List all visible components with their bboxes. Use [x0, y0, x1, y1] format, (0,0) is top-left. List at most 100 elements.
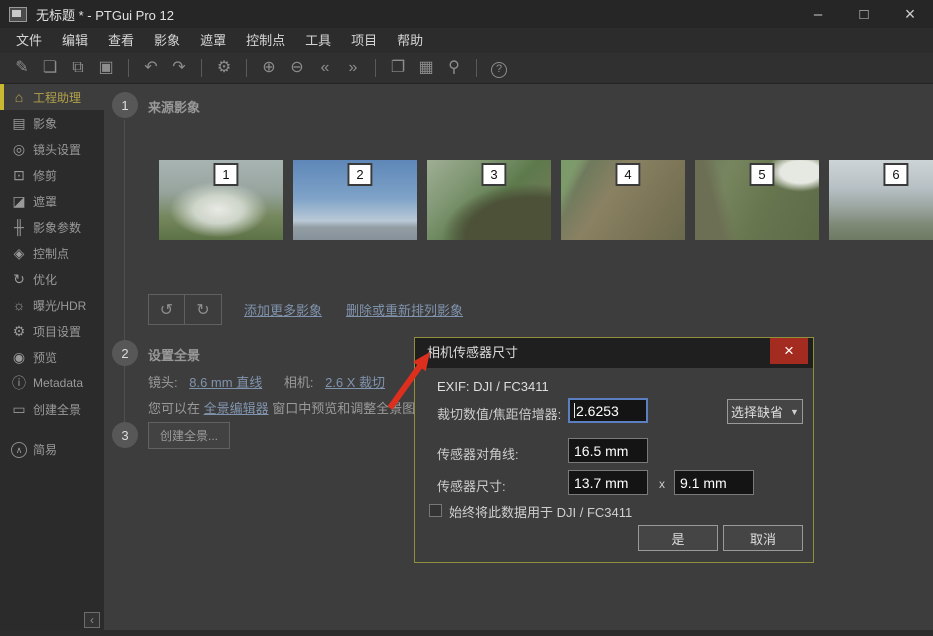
create-panorama-icon: ▭ — [9, 401, 29, 418]
sidebar-item-label: 创建全景 — [33, 401, 81, 418]
sidebar-item-images[interactable]: ▤影象 — [0, 110, 104, 136]
lens-settings-icon: ◎ — [9, 141, 29, 158]
sidebar-item-preview[interactable]: ◉预览 — [0, 344, 104, 370]
sensor-height-value: 9.1 mm — [680, 475, 727, 491]
undo-icon[interactable]: ↶ — [137, 53, 165, 83]
toolbar-separator — [128, 59, 129, 77]
sidebar-item-label: 遮罩 — [33, 193, 57, 210]
source-image-thumbnail-5[interactable]: 5 — [695, 160, 819, 240]
edit-icon[interactable]: ✎ — [8, 53, 36, 83]
image-number-badge: 6 — [883, 163, 908, 186]
sidebar-item-label: 影象 — [33, 115, 57, 132]
menu-item-7[interactable]: 工具 — [295, 28, 341, 53]
step-connector-line — [124, 120, 125, 440]
image-parameters-icon: ╫ — [9, 219, 29, 235]
sidebar-item-label: 修剪 — [33, 167, 57, 184]
help-icon[interactable]: ? — [485, 53, 513, 83]
remove-rearrange-images-link[interactable]: 删除或重新排列影象 — [346, 300, 463, 319]
source-image-thumbnail-1[interactable]: 1 — [159, 160, 283, 240]
menu-item-1[interactable]: 文件 — [6, 28, 52, 53]
sidebar-item-simple-mode[interactable]: ∧简易 — [0, 436, 104, 462]
mask-icon: ◪ — [9, 193, 29, 210]
yes-button[interactable]: 是 — [638, 525, 718, 551]
sensor-diagonal-label: 传感器对角线: — [437, 444, 519, 463]
previous-image-icon[interactable]: « — [311, 53, 339, 83]
select-default-label: 选择缺省 — [731, 402, 783, 421]
rotate-cw-button[interactable]: ↻ — [185, 294, 222, 325]
sidebar-item-image-parameters[interactable]: ╫影象参数 — [0, 214, 104, 240]
sidebar-collapse-button[interactable]: ‹ — [84, 612, 100, 628]
project-settings-icon: ⚙ — [9, 323, 29, 340]
dialog-title-bar[interactable]: 相机传感器尺寸 × — [415, 338, 813, 368]
menu-item-5[interactable]: 遮罩 — [190, 28, 236, 53]
app-icon — [9, 7, 27, 22]
sensor-width-input[interactable]: 13.7 mm — [568, 470, 648, 495]
sidebar-item-create-panorama[interactable]: ▭创建全景 — [0, 396, 104, 422]
crop-factor-label: 裁切数值/焦距倍增器: — [437, 404, 561, 423]
sidebar-item-project-settings[interactable]: ⚙项目设置 — [0, 318, 104, 344]
step-3-badge: 3 — [112, 422, 138, 448]
always-use-checkbox[interactable] — [429, 504, 442, 517]
source-image-thumbnail-6[interactable]: 6 — [829, 160, 933, 240]
grid-viewer-icon[interactable]: ▦ — [412, 53, 440, 83]
dimension-separator: x — [659, 477, 665, 491]
next-image-icon[interactable]: » — [339, 53, 367, 83]
source-image-thumbnail-3[interactable]: 3 — [427, 160, 551, 240]
camera-crop-link[interactable]: 2.6 X 裁切 — [325, 375, 385, 390]
sidebar: ⌂工程助理▤影象◎镜头设置⊡修剪◪遮罩╫影象参数◈控制点↻优化☼曝光/HDR⚙项… — [0, 84, 104, 636]
copy-icon[interactable]: ⧉ — [64, 53, 92, 83]
app-window: 无标题 * - PTGui Pro 12 – □ × 文件编辑查看影象遮罩控制点… — [0, 0, 933, 636]
sidebar-item-project-assistant[interactable]: ⌂工程助理 — [0, 84, 104, 110]
zoom-out-icon[interactable]: ⊖ — [283, 53, 311, 83]
cancel-button[interactable]: 取消 — [723, 525, 803, 551]
open-project-icon[interactable]: ❏ — [36, 53, 64, 83]
add-more-images-link[interactable]: 添加更多影象 — [244, 300, 322, 319]
close-button[interactable]: × — [887, 0, 933, 28]
menu-item-8[interactable]: 项目 — [341, 28, 387, 53]
window-title: 无标题 * - PTGui Pro 12 — [36, 5, 174, 24]
sidebar-item-lens-settings[interactable]: ◎镜头设置 — [0, 136, 104, 162]
menu-item-2[interactable]: 编辑 — [52, 28, 98, 53]
source-image-thumbnail-4[interactable]: 4 — [561, 160, 685, 240]
sidebar-item-metadata[interactable]: ⓘMetadata — [0, 370, 104, 396]
minimize-button[interactable]: – — [795, 0, 841, 28]
save-icon[interactable]: ▣ — [92, 53, 120, 83]
sensor-height-input[interactable]: 9.1 mm — [674, 470, 754, 495]
sidebar-item-label: 曝光/HDR — [33, 297, 86, 314]
text-caret — [574, 403, 575, 418]
menu-item-9[interactable]: 帮助 — [387, 28, 433, 53]
dialog-close-button[interactable]: × — [770, 338, 808, 364]
source-image-thumbnail-2[interactable]: 2 — [293, 160, 417, 240]
sidebar-item-label: 影象参数 — [33, 219, 81, 236]
sensor-diagonal-input[interactable]: 16.5 mm — [568, 438, 648, 463]
menu-item-3[interactable]: 查看 — [98, 28, 144, 53]
zoom-in-icon[interactable]: ⊕ — [255, 53, 283, 83]
menu-item-4[interactable]: 影象 — [144, 28, 190, 53]
maximize-button[interactable]: □ — [841, 0, 887, 28]
sidebar-item-crop[interactable]: ⊡修剪 — [0, 162, 104, 188]
image-actions-row: ↺ ↻ 添加更多影象 删除或重新排列影象 — [148, 294, 463, 325]
redo-icon[interactable]: ↷ — [165, 53, 193, 83]
panorama-editor-link[interactable]: 全景编辑器 — [204, 401, 269, 416]
exif-info-text: EXIF: DJI / FC3411 — [437, 379, 549, 394]
sensor-width-value: 13.7 mm — [574, 475, 628, 491]
sidebar-item-exposure-hdr[interactable]: ☼曝光/HDR — [0, 292, 104, 318]
close-icon: × — [784, 341, 794, 361]
lens-settings-link[interactable]: 8.6 mm 直线 — [189, 375, 262, 390]
create-panorama-button[interactable]: 创建全景... — [148, 422, 230, 449]
menu-item-6[interactable]: 控制点 — [236, 28, 295, 53]
camera-label: 相机: — [284, 375, 314, 390]
settings-icon[interactable]: ⚙ — [210, 53, 238, 83]
sidebar-item-control-points[interactable]: ◈控制点 — [0, 240, 104, 266]
hint-text-pre: 您可以在 — [148, 401, 200, 416]
menu-bar: 文件编辑查看影象遮罩控制点工具项目帮助 — [0, 28, 933, 53]
chevron-left-icon: ‹ — [90, 613, 94, 627]
sidebar-item-optimize[interactable]: ↻优化 — [0, 266, 104, 292]
sidebar-item-mask[interactable]: ◪遮罩 — [0, 188, 104, 214]
rotate-ccw-button[interactable]: ↺ — [148, 294, 185, 325]
lamp-icon[interactable]: ⚲ — [440, 53, 468, 83]
panorama-editor-icon[interactable]: ❐ — [384, 53, 412, 83]
select-default-button[interactable]: 选择缺省 ▼ — [727, 399, 803, 424]
crop-factor-input[interactable]: 2.6253 — [568, 398, 648, 423]
source-image-strip: 12345 6 — [159, 160, 933, 240]
